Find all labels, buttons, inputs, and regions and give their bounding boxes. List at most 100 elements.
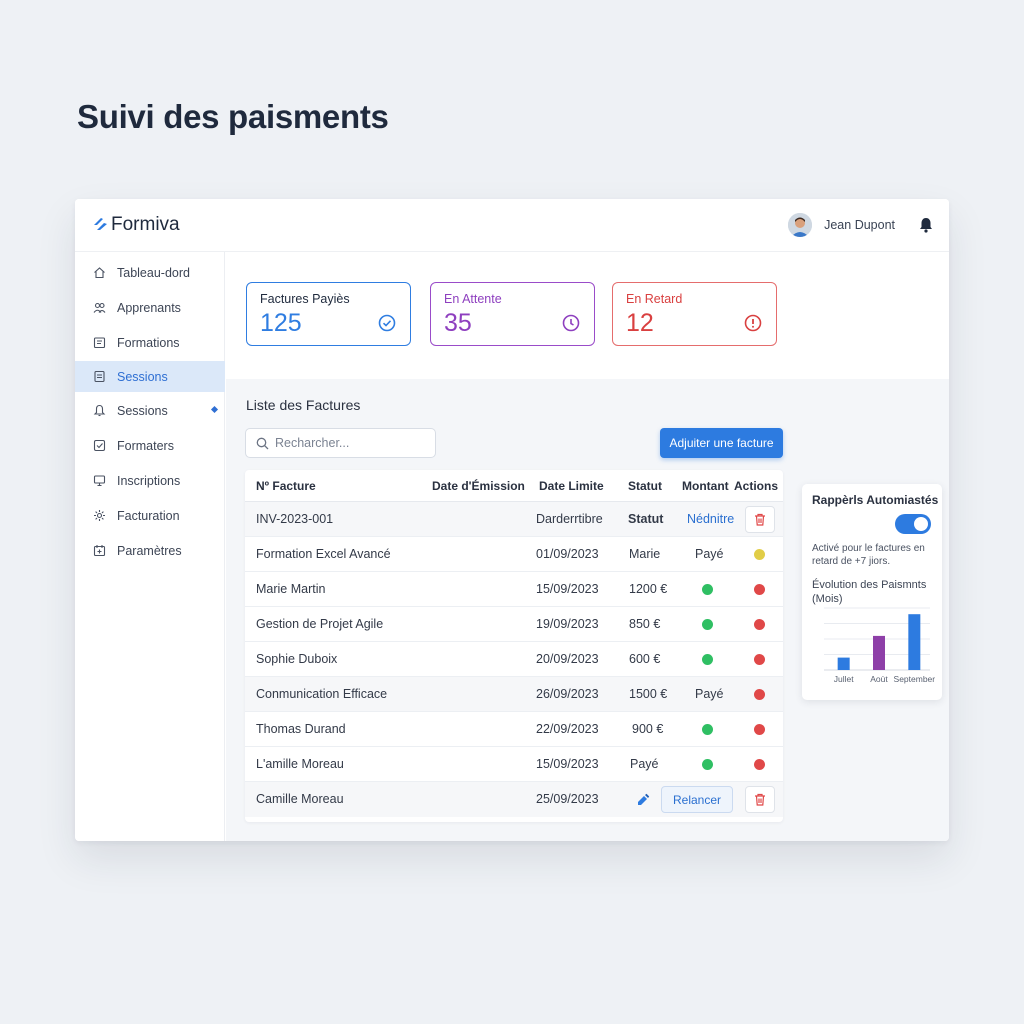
- status-dot-green: [702, 759, 713, 770]
- chart-bar[interactable]: [837, 657, 850, 670]
- clock-icon: [562, 314, 580, 332]
- column-header[interactable]: Date d'Émission: [432, 479, 525, 493]
- invoice-status: 1200 €: [629, 582, 668, 596]
- invoice-number: Marie Martin: [256, 582, 326, 596]
- card-value: 125: [260, 309, 302, 337]
- invoice-due-date: Darderrtibre: [536, 512, 603, 526]
- sidebar: Tableau-dord Apprenants Formations Sessi…: [75, 252, 225, 841]
- column-header[interactable]: Actions: [734, 479, 778, 493]
- card-en-attente[interactable]: En Attente 35: [430, 282, 595, 346]
- sidebar-item-tableau-dord[interactable]: Tableau-dord: [75, 257, 225, 288]
- brand-name: Formiva: [111, 214, 180, 235]
- column-header[interactable]: Statut: [628, 479, 662, 493]
- status-dot-green: [702, 654, 713, 665]
- sidebar-item-parametres[interactable]: Paramètres: [75, 535, 225, 566]
- reminders-description: Activé pour le factures en retard de +7 …: [812, 543, 925, 567]
- user-name: Jean Dupont: [824, 218, 895, 232]
- sidebar-item-label: Formations: [117, 335, 180, 350]
- status-dot-green: [702, 724, 713, 735]
- column-header[interactable]: Date Limite: [539, 479, 604, 493]
- chart-bar[interactable]: [873, 635, 885, 670]
- invoice-status: Marie: [629, 547, 661, 561]
- card-label: En Attente: [444, 292, 502, 306]
- home-icon: [92, 266, 106, 280]
- invoices-title: Liste des Factures: [246, 397, 361, 413]
- users-icon: [92, 301, 106, 315]
- delete-button[interactable]: [745, 506, 775, 533]
- check-circle-icon: [378, 314, 396, 332]
- search-box[interactable]: [245, 428, 436, 458]
- invoice-status: Statut: [628, 512, 664, 526]
- chart-tick-label: Jullet: [834, 674, 854, 684]
- sidebar-item-apprenants[interactable]: Apprenants: [75, 292, 225, 323]
- status-dot-red: [754, 724, 765, 735]
- chart-bar[interactable]: [908, 614, 921, 670]
- trash-icon: [755, 513, 765, 526]
- sidebar-item-formations[interactable]: Formations: [75, 327, 225, 358]
- top-bar: Formiva Jean Dupont: [75, 199, 949, 252]
- calendar-icon: [92, 544, 106, 558]
- invoice-due-date: 15/09/2023: [536, 582, 599, 596]
- logo[interactable]: Formiva: [92, 214, 180, 236]
- invoice-due-date: 20/09/2023: [536, 652, 599, 666]
- search-input[interactable]: [275, 436, 425, 450]
- invoice-amount[interactable]: Nédnitre: [687, 512, 734, 526]
- add-invoice-button[interactable]: Adjuiter une facture: [660, 428, 783, 458]
- monitor-icon: [92, 474, 106, 488]
- check-box-icon: [92, 439, 106, 453]
- table-row[interactable]: INV-2023-001 Darderrtibre Statut Nédnitr…: [245, 502, 783, 537]
- invoice-status: 1500 €: [629, 687, 668, 701]
- table-row[interactable]: Formation Excel Avancé 01/09/2023 Marie …: [245, 537, 783, 572]
- sidebar-item-label: Tableau-dord: [117, 265, 190, 280]
- status-dot-red: [754, 619, 765, 630]
- sidebar-item-inscriptions[interactable]: Inscriptions: [75, 465, 225, 496]
- invoice-due-date: 15/09/2023: [536, 757, 599, 771]
- table-row[interactable]: L'amille Moreau 15/09/2023 Payé: [245, 747, 783, 782]
- chart-tick-label: September: [894, 674, 936, 684]
- delete-button[interactable]: [745, 786, 775, 813]
- card-label: Factures Payiès: [260, 292, 350, 306]
- column-header[interactable]: Montant: [682, 479, 729, 493]
- settings-icon: [92, 509, 106, 523]
- edit-icon[interactable]: [636, 793, 650, 807]
- trash-icon: [755, 793, 765, 806]
- sidebar-item-facturation[interactable]: Facturation: [75, 500, 225, 531]
- bell-icon[interactable]: [919, 217, 933, 233]
- invoices-table: Nº Facture Date d'Émission Date Limite S…: [245, 470, 783, 822]
- sidebar-item-sessions[interactable]: Sessions: [75, 395, 225, 426]
- card-label: En Retard: [626, 292, 683, 306]
- search-icon: [256, 437, 269, 449]
- invoice-number: Gestion de Projet Agile: [256, 617, 384, 631]
- table-row[interactable]: Camille Moreau 25/09/2023 Relancer: [245, 782, 783, 817]
- card-value: 35: [444, 309, 472, 337]
- card-en-retard[interactable]: En Retard 12: [612, 282, 777, 346]
- invoice-number: Sophie Duboix: [256, 652, 338, 666]
- status-dot-red: [754, 689, 765, 700]
- table-row[interactable]: Marie Martin 15/09/2023 1200 €: [245, 572, 783, 607]
- sidebar-item-sessions-active[interactable]: Sessions: [75, 361, 225, 392]
- table-row[interactable]: Thomas Durand 22/09/2023 900 €: [245, 712, 783, 747]
- chart-tick-label: Aoùt: [870, 674, 888, 684]
- column-header[interactable]: Nº Facture: [256, 479, 316, 493]
- invoice-number: L'amille Moreau: [256, 757, 344, 771]
- user-menu[interactable]: Jean Dupont: [788, 213, 933, 237]
- page-title: Suivi des paisments: [77, 98, 389, 135]
- invoice-amount: Payé: [695, 547, 724, 561]
- sidebar-item-label: Inscriptions: [117, 473, 181, 488]
- sidebar-item-formaters[interactable]: Formaters: [75, 430, 225, 461]
- card-factures-payees[interactable]: Factures Payiès 125: [246, 282, 411, 346]
- invoice-number: INV-2023-001: [256, 512, 334, 526]
- invoice-due-date: 26/09/2023: [536, 687, 599, 701]
- table-row[interactable]: Conmunication Efficace 26/09/2023 1500 €…: [245, 677, 783, 712]
- relancer-button[interactable]: Relancer: [661, 786, 733, 813]
- invoice-status: Payé: [630, 757, 659, 771]
- invoice-due-date: 01/09/2023: [536, 547, 599, 561]
- invoice-number: Thomas Durand: [256, 722, 346, 736]
- reminders-panel: Rappèrls Automiastés Activé pour le fact…: [802, 484, 942, 700]
- invoice-due-date: 25/09/2023: [536, 792, 599, 806]
- avatar[interactable]: [788, 213, 813, 237]
- reminders-toggle[interactable]: [895, 514, 931, 534]
- table-row[interactable]: Sophie Duboix 20/09/2023 600 €: [245, 642, 783, 677]
- sidebar-item-label: Sessions: [117, 403, 168, 418]
- table-row[interactable]: Gestion de Projet Agile 19/09/2023 850 €: [245, 607, 783, 642]
